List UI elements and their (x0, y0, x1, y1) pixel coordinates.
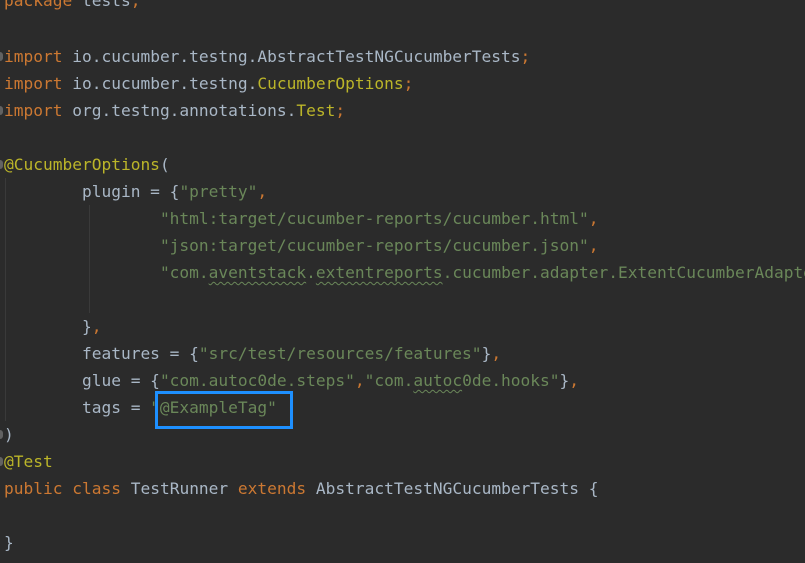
code-token: 0de.hooks" (462, 371, 560, 390)
code-token: TestRunner (120, 479, 238, 498)
code-token: @Test (4, 452, 53, 471)
code-token: CucumberOptions (257, 74, 404, 93)
code-token: , (257, 182, 268, 201)
code-token: . (306, 263, 316, 282)
code-token: ; (130, 0, 141, 10)
fold-marker-icon[interactable] (0, 52, 3, 61)
code-token: extentreports (315, 263, 443, 282)
code-line-features[interactable]: features = {"src/test/resources/features… (4, 340, 501, 367)
code-token: autoc (413, 371, 463, 390)
code-token: Test (296, 101, 336, 120)
code-token: AbstractTestNGCucumberTests { (306, 479, 599, 498)
code-token: , (91, 317, 102, 336)
code-line-options-close[interactable]: ) (4, 421, 14, 448)
code-token: package (4, 0, 73, 10)
code-token: } (559, 371, 570, 390)
code-token: import (4, 74, 63, 93)
code-token: , (354, 371, 365, 390)
code-line-glue[interactable]: glue = {"com.autoc0de.steps","com.autoc0… (4, 367, 579, 394)
code-editor[interactable]: package tests; import io.cucumber.testng.… (0, 0, 805, 563)
code-token: .cucumber.adapter.ExtentCucumberAdapter:… (442, 263, 805, 282)
code-token: , (569, 371, 580, 390)
code-token: import (4, 47, 63, 66)
code-token: "com. (159, 263, 209, 282)
fold-marker-icon[interactable] (0, 160, 3, 169)
code-token: } (4, 533, 14, 552)
code-token: "html:target/cucumber-reports/cucumber.h… (159, 209, 589, 228)
code-token: } (481, 344, 492, 363)
code-token: "pretty" (179, 182, 258, 201)
code-line-class-close[interactable]: } (4, 529, 14, 556)
code-line-plugin-json[interactable]: "json:target/cucumber-reports/cucumber.j… (4, 232, 599, 259)
code-token: org.testng.annotations. (62, 101, 297, 120)
code-token: import (4, 101, 63, 120)
code-token: , (588, 209, 599, 228)
code-token: plugin = { (4, 182, 180, 201)
code-token: ; (520, 47, 531, 66)
code-token: , (491, 344, 502, 363)
code-token: tests (72, 0, 131, 10)
code-line-plugin-close[interactable]: }, (4, 313, 102, 340)
code-line-import-test[interactable]: import org.testng.annotations.Test; (4, 97, 345, 124)
code-line-package[interactable]: package tests; (4, 0, 140, 14)
code-token: "src/test/resources/features" (198, 344, 482, 363)
code-line-import-options[interactable]: import io.cucumber.testng.CucumberOption… (4, 70, 413, 97)
code-token: features = { (4, 344, 199, 363)
code-token: public (4, 479, 63, 498)
code-token: tags = (4, 398, 151, 417)
code-line-class-declaration[interactable]: public class TestRunner extends Abstract… (4, 475, 599, 502)
fold-marker-icon[interactable] (0, 430, 3, 439)
code-token: ; (403, 74, 414, 93)
code-token: "com.autoc0de.steps" (159, 371, 355, 390)
code-token: @CucumberOptions (4, 155, 160, 174)
code-line-plugin[interactable]: plugin = {"pretty", (4, 178, 267, 205)
code-token: ) (4, 425, 14, 444)
code-token: io.cucumber.testng.AbstractTestNGCucumbe… (62, 47, 521, 66)
code-token: aventstack (208, 263, 307, 282)
code-token: "com. (364, 371, 414, 390)
code-token: glue = { (4, 371, 160, 390)
code-token: } (4, 317, 92, 336)
code-token: , (588, 236, 599, 255)
fold-marker-icon[interactable] (0, 457, 3, 466)
code-line-plugin-html[interactable]: "html:target/cucumber-reports/cucumber.h… (4, 205, 599, 232)
code-token: class (72, 479, 121, 498)
code-token: ( (159, 155, 170, 174)
code-line-tags[interactable]: tags = "@ExampleTag" (4, 394, 277, 421)
code-token: extends (237, 479, 307, 498)
code-token: "@ExampleTag" (150, 398, 277, 417)
fold-marker-icon[interactable] (0, 106, 3, 115)
code-token: ; (335, 101, 346, 120)
code-token: "json:target/cucumber-reports/cucumber.j… (159, 236, 589, 255)
code-line-plugin-extent[interactable]: "com.aventstack.extentreports.cucumber.a… (4, 259, 805, 286)
code-token: io.cucumber.testng. (62, 74, 258, 93)
code-line-cucumber-options[interactable]: @CucumberOptions( (4, 151, 170, 178)
code-line-test-annotation[interactable]: @Test (4, 448, 53, 475)
code-line-import-abstract[interactable]: import io.cucumber.testng.AbstractTestNG… (4, 43, 530, 70)
